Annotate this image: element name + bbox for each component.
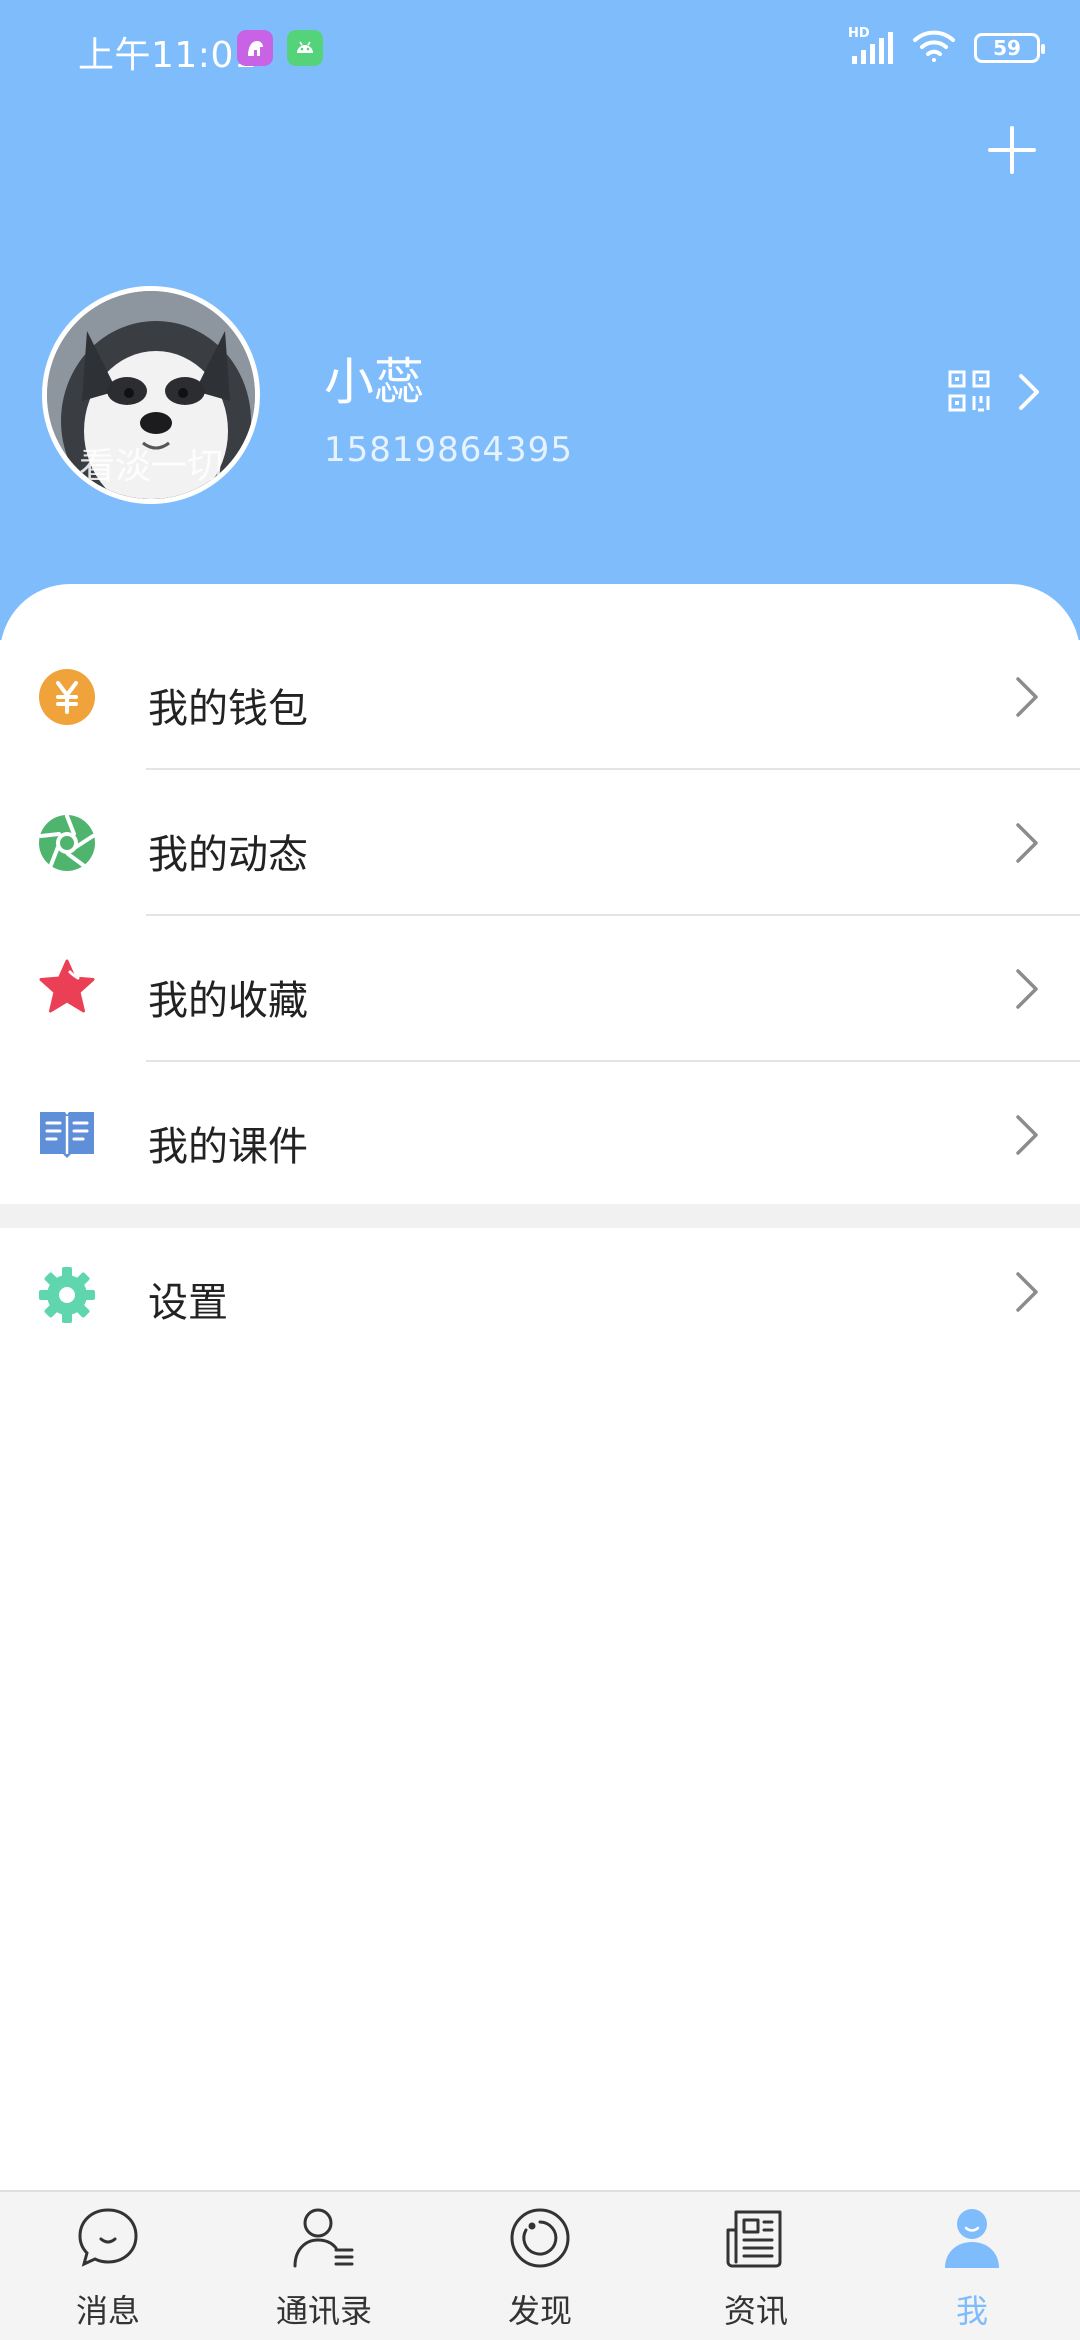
status-time: 上午11:01 <box>78 35 258 76</box>
profile-name: 小蕊 <box>324 353 424 411</box>
android-notification-icon <box>287 30 323 66</box>
chevron-right-icon <box>1014 821 1040 865</box>
menu-item-courseware[interactable]: 我的课件 <box>0 1062 1080 1208</box>
bottom-nav: 消息 通讯录 发现 资讯 我 <box>0 2190 1080 2340</box>
tab-label: 通讯录 <box>275 2292 372 2330</box>
tab-discover[interactable]: 发现 <box>432 2192 648 2340</box>
menu-item-label: 我的钱包 <box>148 686 308 732</box>
status-indicators: HD 59 <box>848 26 1045 68</box>
person-icon <box>940 2206 1004 2270</box>
wifi-icon <box>912 28 956 68</box>
tab-label: 发现 <box>507 2292 572 2330</box>
gear-icon <box>38 1266 96 1324</box>
network-label: HD <box>848 26 870 41</box>
menu-item-settings[interactable]: 设置 <box>0 1228 1080 1374</box>
menu-card: 我的钱包 我的动态 我的收藏 我的课件 设置 <box>0 584 1080 2194</box>
wallet-yen-icon <box>38 668 96 726</box>
status-bar: 上午11:01 HD 59 <box>0 0 1080 100</box>
news-icon <box>724 2206 788 2270</box>
menu-item-label: 我的收藏 <box>148 978 308 1024</box>
chat-bubble-icon <box>76 2206 140 2270</box>
profile-chevron-icon[interactable] <box>1016 372 1042 412</box>
tab-messages[interactable]: 消息 <box>0 2192 216 2340</box>
avatar-caption: 看淡一切 <box>78 446 223 487</box>
menu-item-moments[interactable]: 我的动态 <box>0 770 1080 916</box>
tab-label: 消息 <box>75 2292 140 2330</box>
menu-item-favorites[interactable]: 我的收藏 <box>0 916 1080 1062</box>
chevron-right-icon <box>1014 1270 1040 1314</box>
profile-header: 上午11:01 HD 59 看淡一切 小蕊 15819864395 <box>0 0 1080 640</box>
star-icon <box>38 958 96 1016</box>
book-icon <box>38 1106 96 1164</box>
chevron-right-icon <box>1014 967 1040 1011</box>
tab-label: 资讯 <box>723 2292 788 2330</box>
qr-code-icon[interactable] <box>948 370 990 412</box>
compass-icon <box>508 2206 572 2270</box>
app-notification-icon <box>237 30 273 66</box>
tab-contacts[interactable]: 通讯录 <box>216 2192 432 2340</box>
chevron-right-icon <box>1014 675 1040 719</box>
tab-news[interactable]: 资讯 <box>648 2192 864 2340</box>
signal-icon: HD <box>848 26 894 66</box>
menu-item-label: 我的动态 <box>148 832 308 878</box>
menu-item-label: 设置 <box>148 1280 228 1326</box>
section-separator <box>0 1204 1080 1228</box>
menu-item-wallet[interactable]: 我的钱包 <box>0 624 1080 770</box>
profile-phone: 15819864395 <box>324 430 573 470</box>
tab-me[interactable]: 我 <box>864 2192 1080 2340</box>
battery-indicator: 59 <box>974 33 1045 63</box>
tab-label: 我 <box>955 2292 988 2330</box>
menu-item-label: 我的课件 <box>148 1124 308 1170</box>
contacts-icon <box>292 2206 356 2270</box>
aperture-icon <box>38 814 96 872</box>
chevron-right-icon <box>1014 1113 1040 1157</box>
avatar[interactable]: 看淡一切 <box>42 286 260 504</box>
add-button[interactable] <box>982 120 1042 180</box>
